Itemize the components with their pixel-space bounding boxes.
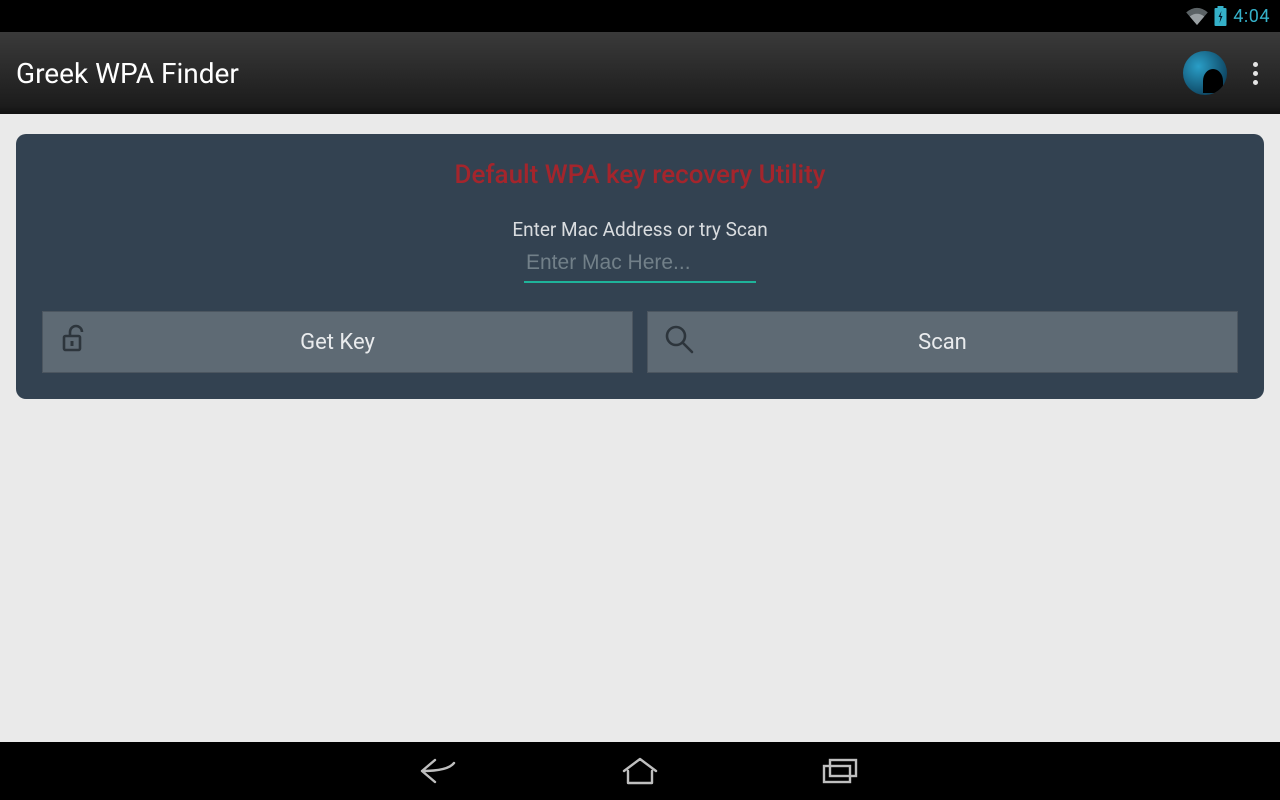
app-bar: Greek WPA Finder xyxy=(0,32,1280,114)
recents-button[interactable] xyxy=(810,751,870,791)
unlock-icon xyxy=(57,322,91,362)
home-button[interactable] xyxy=(610,751,670,791)
card-title: Default WPA key recovery Utility xyxy=(42,160,1238,190)
back-button[interactable] xyxy=(410,751,470,791)
app-logo-icon xyxy=(1183,51,1227,95)
mac-address-input[interactable] xyxy=(524,247,756,283)
get-key-label: Get Key xyxy=(43,330,632,355)
main-card: Default WPA key recovery Utility Enter M… xyxy=(16,134,1264,399)
status-clock: 4:04 xyxy=(1233,6,1270,27)
get-key-button[interactable]: Get Key xyxy=(42,311,633,373)
wifi-icon xyxy=(1186,7,1208,25)
status-bar: 4:04 xyxy=(0,0,1280,32)
system-nav-bar xyxy=(0,742,1280,800)
scan-button[interactable]: Scan xyxy=(647,311,1238,373)
search-icon xyxy=(662,322,696,362)
app-title: Greek WPA Finder xyxy=(16,57,1183,90)
content-area: Default WPA key recovery Utility Enter M… xyxy=(0,114,1280,742)
scan-label: Scan xyxy=(648,330,1237,355)
overflow-menu-button[interactable] xyxy=(1247,56,1264,91)
mac-prompt-label: Enter Mac Address or try Scan xyxy=(42,218,1238,241)
battery-charging-icon xyxy=(1214,6,1227,26)
